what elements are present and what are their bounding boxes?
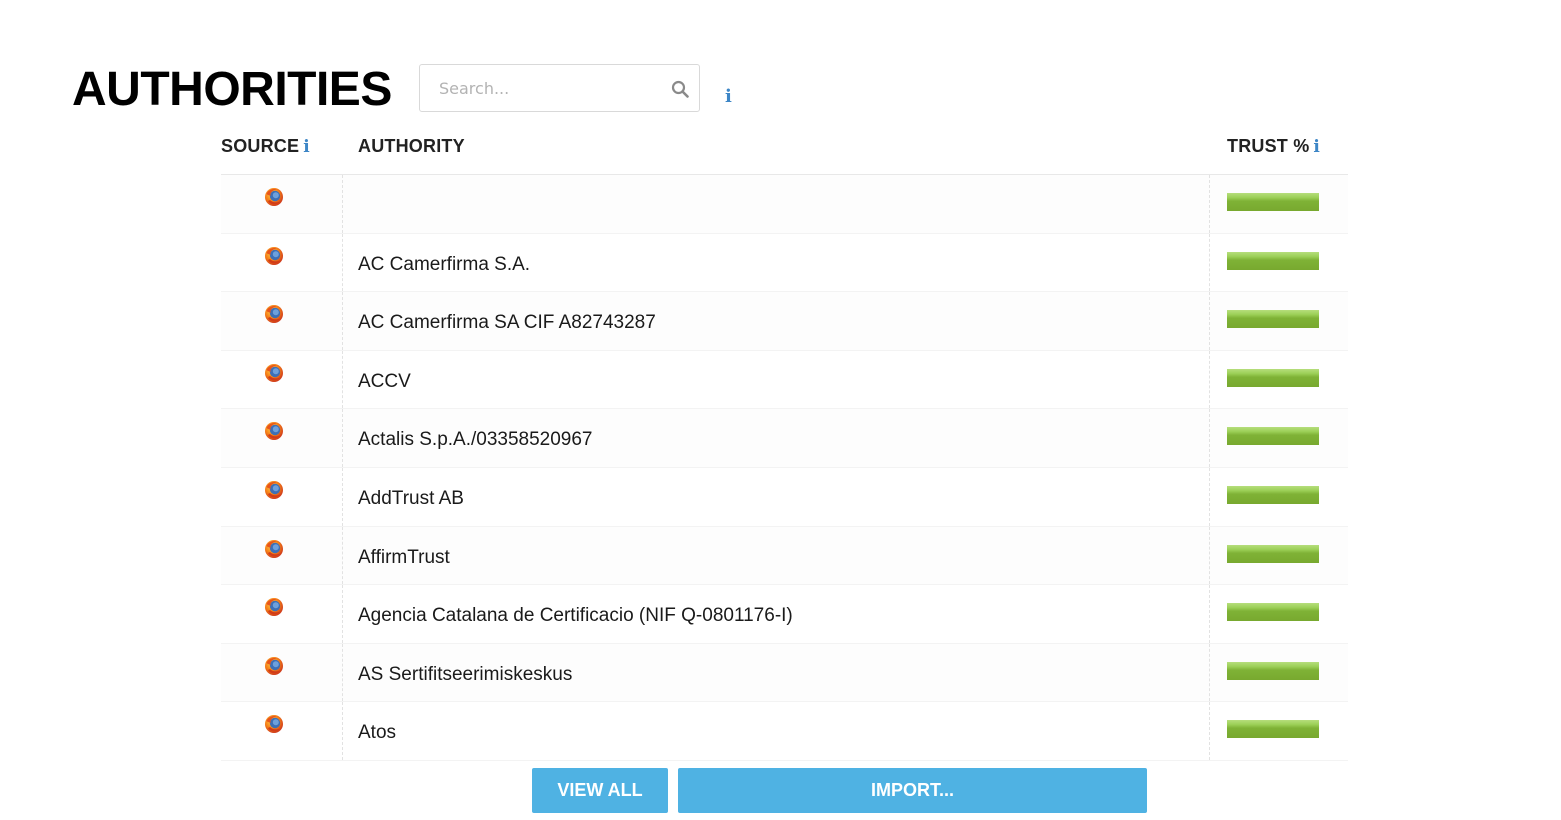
trust-bar xyxy=(1227,251,1319,270)
table-row[interactable] xyxy=(221,175,1348,234)
table-row[interactable]: ACCV xyxy=(221,350,1349,410)
column-header-trust[interactable]: TRUST % i xyxy=(1227,136,1320,157)
firefox-icon xyxy=(265,480,283,499)
table-header: SOURCE i AUTHORITY TRUST % i xyxy=(221,128,1348,175)
search-box[interactable] xyxy=(419,64,700,112)
source-cell xyxy=(221,409,343,467)
search-input[interactable] xyxy=(420,65,660,111)
source-cell xyxy=(221,292,343,350)
view-all-button[interactable]: VIEW ALL xyxy=(532,768,668,813)
table-row[interactable]: AddTrust AB xyxy=(221,467,1349,527)
trust-bar xyxy=(1227,485,1319,504)
import-button[interactable]: IMPORT... xyxy=(678,768,1147,813)
column-header-authority-label: AUTHORITY xyxy=(358,136,465,156)
trust-bar-fill xyxy=(1227,603,1319,622)
trust-bar-fill xyxy=(1227,661,1319,680)
trust-cell xyxy=(1209,585,1349,643)
authorities-page: AUTHORITIES i SOURCEi AUTHORITY TRUST %i xyxy=(0,0,1561,820)
trust-bar xyxy=(1227,368,1319,387)
column-header-source-label: SOURCE xyxy=(221,136,300,156)
source-cell xyxy=(221,350,343,409)
firefox-icon xyxy=(265,715,283,734)
column-header-source[interactable]: SOURCE i xyxy=(221,136,310,157)
source-cell xyxy=(221,526,343,585)
authority-name: AffirmTrust xyxy=(358,546,450,568)
firefox-icon xyxy=(265,539,283,558)
trust-bar xyxy=(1227,720,1319,739)
authority-name: AC Camerfirma SA CIF A82743287 xyxy=(358,312,656,334)
firefox-icon xyxy=(265,188,283,206)
firefox-icon xyxy=(265,598,283,617)
search-icon[interactable] xyxy=(671,80,689,98)
table-row[interactable]: AS Sertifitseerimiskeskus xyxy=(221,643,1349,703)
firefox-icon xyxy=(265,363,283,382)
authority-name: Actalis S.p.A./03358520967 xyxy=(358,429,593,451)
firefox-icon xyxy=(265,656,283,675)
source-cell xyxy=(221,175,343,233)
trust-cell xyxy=(1209,526,1349,585)
column-header-authority[interactable]: AUTHORITY xyxy=(358,136,465,157)
column-header-trust-label: TRUST % xyxy=(1227,136,1310,156)
authority-name: Atos xyxy=(358,722,397,744)
table-row[interactable]: Actalis S.p.A./03358520967 xyxy=(221,409,1348,468)
authority-name: AC Camerfirma S.A. xyxy=(358,253,531,275)
trust-cell xyxy=(1209,467,1349,526)
trust-cell xyxy=(1209,409,1349,467)
trust-bar xyxy=(1227,310,1319,329)
table-body: AC Camerfirma S.A. AC Camerfirma SA CIF … xyxy=(221,175,1348,761)
source-cell xyxy=(221,467,343,526)
trust-cell xyxy=(1209,233,1349,292)
source-cell xyxy=(221,233,343,292)
trust-bar-fill xyxy=(1227,427,1319,446)
authority-name: ACCV xyxy=(358,370,411,392)
source-cell xyxy=(221,643,343,702)
trust-cell xyxy=(1209,702,1349,760)
firefox-icon xyxy=(265,305,283,324)
trust-bar-fill xyxy=(1227,720,1319,739)
info-icon[interactable]: i xyxy=(725,88,732,106)
trust-bar xyxy=(1227,661,1319,680)
trust-info-icon[interactable]: i xyxy=(1313,139,1320,156)
table-row[interactable]: AC Camerfirma S.A. xyxy=(221,233,1349,293)
trust-cell xyxy=(1209,350,1349,409)
table-row[interactable]: Agencia Catalana de Certificacio (NIF Q-… xyxy=(221,585,1348,644)
authorities-table: SOURCE i AUTHORITY TRUST % i AC Camerfir… xyxy=(221,128,1348,761)
trust-bar xyxy=(1227,193,1319,211)
trust-bar-fill xyxy=(1227,193,1319,211)
trust-bar-fill xyxy=(1227,251,1319,270)
table-row[interactable]: AffirmTrust xyxy=(221,526,1349,586)
trust-bar-fill xyxy=(1227,310,1319,329)
authority-name: Agencia Catalana de Certificacio (NIF Q-… xyxy=(358,605,793,627)
authority-name: AddTrust AB xyxy=(358,487,464,509)
trust-bar-fill xyxy=(1227,368,1319,387)
firefox-icon xyxy=(265,246,283,265)
trust-bar xyxy=(1227,544,1319,563)
page-title: AUTHORITIES xyxy=(72,63,392,116)
trust-bar-fill xyxy=(1227,544,1319,563)
source-info-icon[interactable]: i xyxy=(303,139,310,156)
table-row[interactable]: Atos xyxy=(221,702,1348,761)
trust-bar xyxy=(1227,427,1319,446)
trust-bar-fill xyxy=(1227,485,1319,504)
source-cell xyxy=(221,702,343,760)
trust-cell xyxy=(1209,175,1349,233)
source-cell xyxy=(221,585,343,643)
trust-bar xyxy=(1227,603,1319,622)
trust-cell xyxy=(1209,292,1349,350)
trust-cell xyxy=(1209,643,1349,702)
table-row[interactable]: AC Camerfirma SA CIF A82743287 xyxy=(221,292,1348,351)
authority-name: AS Sertifitseerimiskeskus xyxy=(358,663,573,685)
firefox-icon xyxy=(265,422,283,441)
